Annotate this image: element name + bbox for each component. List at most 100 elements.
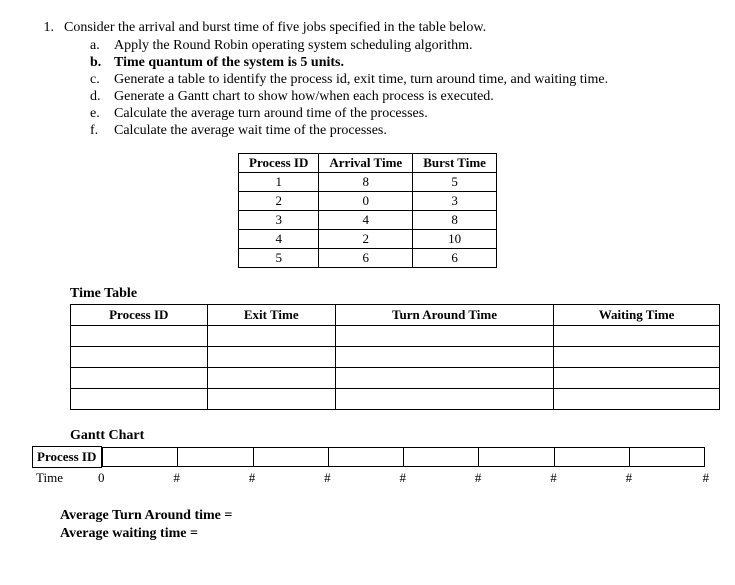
table-row: 566 xyxy=(239,249,497,268)
table-cell: 8 xyxy=(319,173,413,192)
sub-items-list: a. Apply the Round Robin operating system… xyxy=(90,38,705,139)
table-cell: 5 xyxy=(413,173,497,192)
table-cell: 5 xyxy=(239,249,319,268)
table-cell xyxy=(335,326,553,347)
gantt-time-mark: # xyxy=(400,470,407,486)
gantt-time-cell: # xyxy=(554,470,629,486)
time-table-header: Process ID xyxy=(71,305,208,326)
gantt-time-mark: # xyxy=(475,470,482,486)
table-row: 185 xyxy=(239,173,497,192)
gantt-time-mark: # xyxy=(173,470,180,486)
table-cell: 0 xyxy=(319,192,413,211)
gantt-chart: Process ID Time 0######## xyxy=(32,446,705,488)
table-row xyxy=(71,347,720,368)
question-number: 1. xyxy=(30,20,54,36)
gantt-time-label: Time xyxy=(32,468,102,488)
sub-item-text: Calculate the average wait time of the p… xyxy=(114,123,387,139)
table-cell: 2 xyxy=(239,192,319,211)
gantt-time-cell: ## xyxy=(630,470,705,486)
gantt-time-cell: # xyxy=(328,470,403,486)
table-row: 348 xyxy=(239,211,497,230)
question-main-text: Consider the arrival and burst time of f… xyxy=(64,20,705,36)
gantt-cell xyxy=(254,447,329,467)
sub-item-letter: b. xyxy=(90,55,106,71)
gantt-time-mark: # xyxy=(626,470,633,486)
process-input-table: Process IDArrival TimeBurst Time 1852033… xyxy=(238,153,497,268)
table-cell xyxy=(71,368,208,389)
gantt-track xyxy=(102,447,705,467)
avg-tat-label: Average Turn Around time = xyxy=(60,508,705,524)
time-table-header: Turn Around Time xyxy=(335,305,553,326)
table-row xyxy=(71,389,720,410)
time-table-header: Exit Time xyxy=(207,305,335,326)
sub-item-letter: e. xyxy=(90,106,106,122)
table-cell: 4 xyxy=(319,211,413,230)
table-cell: 3 xyxy=(239,211,319,230)
sub-item-letter: c. xyxy=(90,72,106,88)
table-row: 203 xyxy=(239,192,497,211)
gantt-cell xyxy=(178,447,253,467)
table-cell xyxy=(335,347,553,368)
table-cell xyxy=(207,368,335,389)
process-table-header: Arrival Time xyxy=(319,154,413,173)
gantt-time-mark: # xyxy=(703,470,710,486)
sub-item-letter: a. xyxy=(90,38,106,54)
gantt-time-cell: # xyxy=(253,470,328,486)
gantt-time-cell: 0 xyxy=(102,470,177,486)
avg-wt-label: Average waiting time = xyxy=(60,526,705,542)
table-cell xyxy=(335,368,553,389)
table-cell: 1 xyxy=(239,173,319,192)
sub-item: b. Time quantum of the system is 5 units. xyxy=(90,55,705,71)
table-cell xyxy=(71,326,208,347)
sub-item-text: Generate a Gantt chart to show how/when … xyxy=(114,89,494,105)
process-table-header: Burst Time xyxy=(413,154,497,173)
table-cell xyxy=(71,347,208,368)
sub-item-letter: d. xyxy=(90,89,106,105)
table-cell xyxy=(207,326,335,347)
time-table: Process IDExit TimeTurn Around TimeWaiti… xyxy=(70,304,720,410)
gantt-cell xyxy=(630,447,705,467)
table-row xyxy=(71,326,720,347)
table-cell xyxy=(71,389,208,410)
gantt-time-cell: # xyxy=(404,470,479,486)
process-table-header: Process ID xyxy=(239,154,319,173)
sub-item-text: Time quantum of the system is 5 units. xyxy=(114,55,344,71)
time-table-header: Waiting Time xyxy=(554,305,720,326)
time-table-heading: Time Table xyxy=(70,286,705,302)
averages-section: Average Turn Around time = Average waiti… xyxy=(60,508,705,542)
gantt-cell xyxy=(479,447,554,467)
sub-item: a. Apply the Round Robin operating system… xyxy=(90,38,705,54)
gantt-time-mark: # xyxy=(324,470,331,486)
gantt-heading: Gantt Chart xyxy=(70,428,705,444)
table-row xyxy=(71,368,720,389)
gantt-cell xyxy=(329,447,404,467)
sub-item-text: Apply the Round Robin operating system s… xyxy=(114,38,473,54)
table-cell: 6 xyxy=(413,249,497,268)
table-cell: 6 xyxy=(319,249,413,268)
table-cell xyxy=(554,326,720,347)
table-row: 4210 xyxy=(239,230,497,249)
table-cell: 3 xyxy=(413,192,497,211)
gantt-time-row: Time 0######## xyxy=(32,468,705,488)
sub-item: c.Generate a table to identify the proce… xyxy=(90,72,705,88)
sub-item: e. Calculate the average turn around time… xyxy=(90,106,705,122)
table-cell xyxy=(554,347,720,368)
question-line: 1. Consider the arrival and burst time o… xyxy=(30,20,705,36)
sub-item: f. Calculate the average wait time of the… xyxy=(90,123,705,139)
gantt-time-mark: # xyxy=(249,470,256,486)
table-cell xyxy=(554,389,720,410)
table-cell xyxy=(335,389,553,410)
gantt-time-track: 0######## xyxy=(102,470,705,486)
table-cell: 4 xyxy=(239,230,319,249)
gantt-time-mark: 0 xyxy=(98,470,105,486)
sub-item-letter: f. xyxy=(90,123,106,139)
sub-item-text: Calculate the average turn around time o… xyxy=(114,106,428,122)
table-cell xyxy=(207,389,335,410)
sub-item: d. Generate a Gantt chart to show how/whe… xyxy=(90,89,705,105)
table-cell: 8 xyxy=(413,211,497,230)
table-cell: 2 xyxy=(319,230,413,249)
gantt-cell xyxy=(102,447,178,467)
gantt-cell xyxy=(404,447,479,467)
gantt-time-cell: # xyxy=(479,470,554,486)
gantt-time-mark: # xyxy=(550,470,557,486)
